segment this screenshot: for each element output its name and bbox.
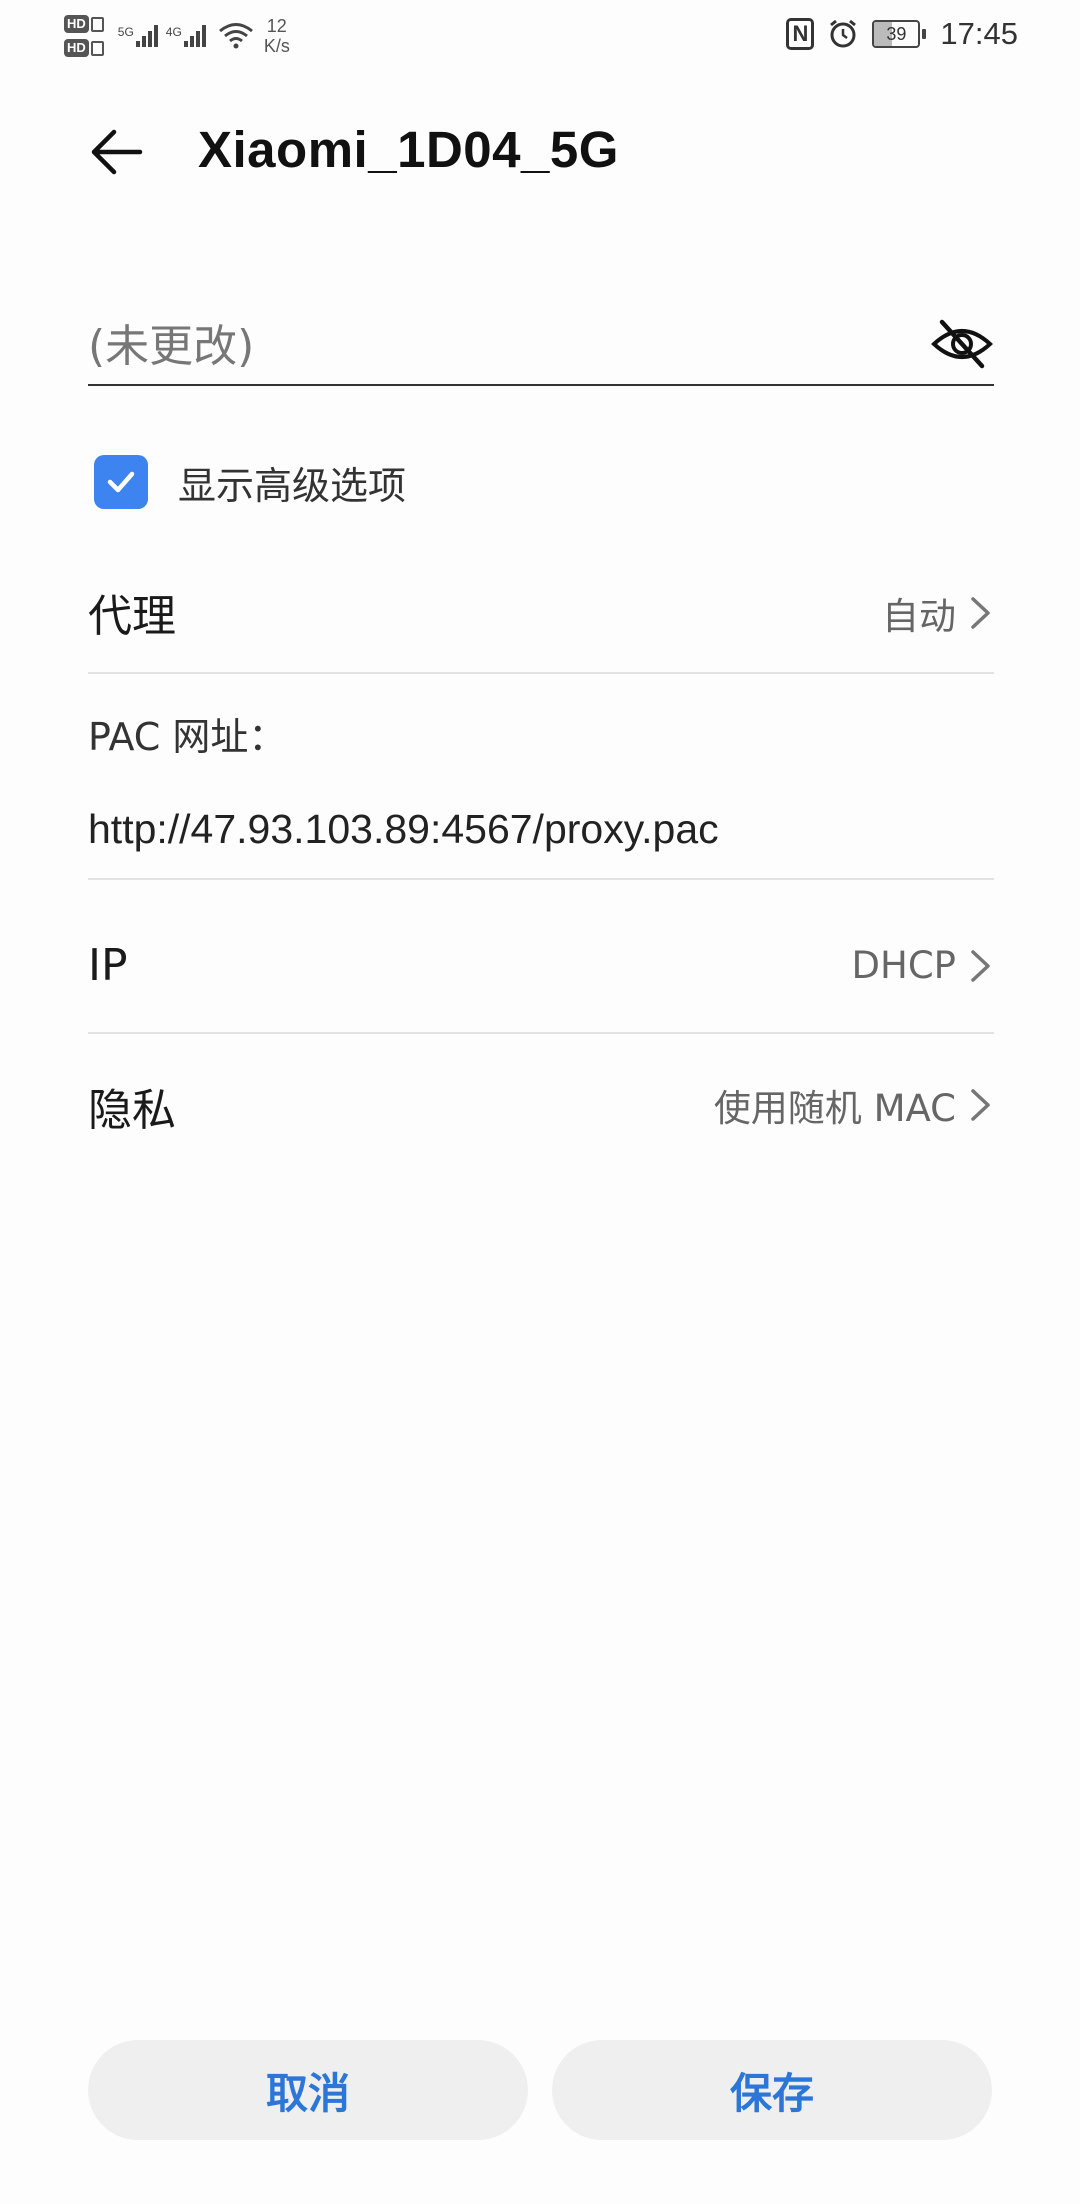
password-field[interactable]: (未更改) xyxy=(88,300,994,386)
chevron-right-icon xyxy=(971,597,990,629)
chevron-right-icon xyxy=(971,949,990,982)
hd-icon: HD xyxy=(64,15,104,33)
privacy-value: 使用随机 MAC xyxy=(713,1087,956,1130)
battery-level: 39 xyxy=(886,24,907,44)
alarm-icon xyxy=(830,19,857,48)
nfc-icon: N xyxy=(786,18,815,50)
page-title: Xiaomi_1D04_5G xyxy=(198,121,619,178)
ip-row[interactable]: IP DHCP xyxy=(88,930,994,1010)
pac-url-label: PAC 网址： xyxy=(88,715,287,759)
chevron-right-icon xyxy=(971,1089,990,1121)
wifi-icon xyxy=(218,23,253,49)
signal-5g-icon: 5G xyxy=(118,25,160,47)
back-button[interactable] xyxy=(80,116,152,188)
divider xyxy=(88,1032,994,1034)
divider xyxy=(88,672,994,674)
eye-off-icon xyxy=(931,319,993,369)
wifi-edit-screen: HD HD 5G 4G 12 K/s N 39 17:45 Xiaomi_1D0… xyxy=(0,0,1080,2204)
status-bar-left: HD HD 5G 4G 12 K/s xyxy=(64,8,290,64)
ip-label: IP xyxy=(88,940,128,991)
proxy-value: 自动 xyxy=(882,595,956,638)
proxy-label: 代理 xyxy=(88,591,176,642)
cancel-button[interactable]: 取消 xyxy=(88,2040,528,2140)
status-bar: HD HD 5G 4G 12 K/s N 39 17:45 xyxy=(0,0,1080,70)
privacy-label: 隐私 xyxy=(88,1085,176,1136)
status-bar-right: N 39 17:45 xyxy=(786,12,1018,56)
divider xyxy=(88,878,994,880)
signal-4g-icon: 4G xyxy=(166,25,208,47)
password-placeholder: (未更改) xyxy=(88,321,255,372)
advanced-options-checkbox[interactable] xyxy=(94,455,148,509)
show-advanced-options-row[interactable]: 显示高级选项 xyxy=(94,452,406,512)
save-button[interactable]: 保存 xyxy=(552,2040,992,2140)
signal-4g-tag: 4G xyxy=(165,25,182,39)
arrow-left-icon xyxy=(91,129,143,175)
network-speed: 12 K/s xyxy=(264,16,290,56)
hd-indicators: HD HD xyxy=(64,15,104,57)
hd-icon: HD xyxy=(64,39,104,57)
battery-icon: 39 xyxy=(872,20,927,48)
status-time: 17:45 xyxy=(940,16,1018,51)
advanced-options-label: 显示高级选项 xyxy=(178,463,407,508)
proxy-row[interactable]: 代理 自动 xyxy=(88,572,994,652)
toggle-password-visibility-button[interactable] xyxy=(930,312,994,376)
hd-badge-1: HD xyxy=(64,15,89,33)
privacy-row[interactable]: 隐私 使用随机 MAC xyxy=(88,1060,994,1140)
checkmark-icon xyxy=(107,471,135,493)
hd-badge-2: HD xyxy=(64,39,89,57)
header: Xiaomi_1D04_5G xyxy=(0,100,1080,200)
ip-value: DHCP xyxy=(851,944,956,987)
signal-5g-tag: 5G xyxy=(117,25,134,39)
pac-url-value[interactable]: http://47.93.103.89:4567/proxy.pac xyxy=(88,806,719,853)
speed-value: 12 xyxy=(266,16,287,36)
speed-unit: K/s xyxy=(263,36,290,56)
